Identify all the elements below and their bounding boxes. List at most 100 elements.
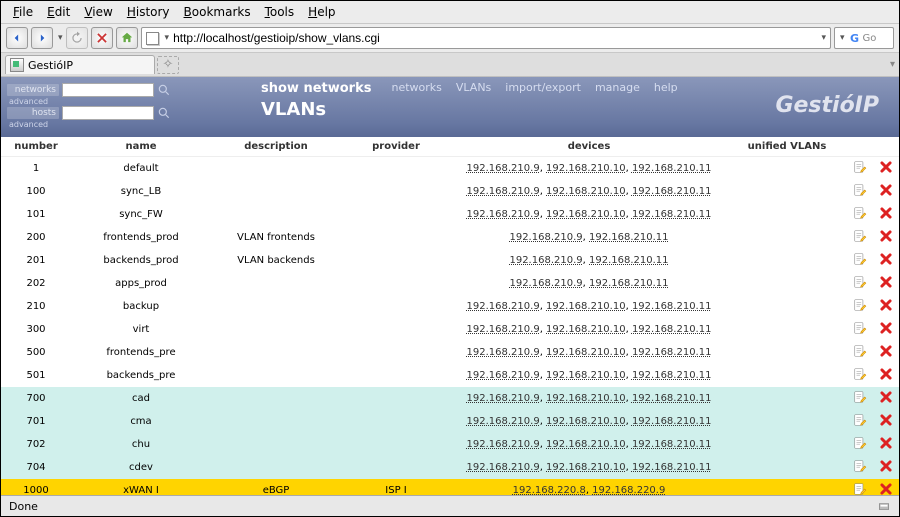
- device-link[interactable]: 192.168.210.11: [632, 301, 712, 312]
- new-tab-button[interactable]: ✧: [157, 56, 179, 74]
- device-link[interactable]: 192.168.210.10: [546, 393, 626, 404]
- delete-icon[interactable]: [873, 203, 899, 226]
- url-history-dropdown-icon[interactable]: ▾: [819, 33, 826, 43]
- device-link[interactable]: 192.168.210.11: [632, 186, 712, 197]
- menu-help[interactable]: Help: [302, 3, 341, 21]
- device-link[interactable]: 192.168.210.11: [632, 393, 712, 404]
- device-link[interactable]: 192.168.210.9: [467, 439, 540, 450]
- device-link[interactable]: 192.168.210.9: [467, 416, 540, 427]
- device-link[interactable]: 192.168.210.10: [546, 462, 626, 473]
- device-link[interactable]: 192.168.210.11: [589, 278, 669, 289]
- edit-icon[interactable]: [847, 203, 873, 226]
- menu-bookmarks[interactable]: Bookmarks: [178, 3, 257, 21]
- delete-icon[interactable]: [873, 226, 899, 249]
- device-link[interactable]: 192.168.210.9: [467, 324, 540, 335]
- delete-icon[interactable]: [873, 249, 899, 272]
- menu-history[interactable]: History: [121, 3, 176, 21]
- device-link[interactable]: 192.168.220.9: [592, 485, 665, 495]
- reload-button[interactable]: [66, 27, 88, 49]
- device-link[interactable]: 192.168.210.9: [467, 209, 540, 220]
- advanced-link[interactable]: advanced: [7, 120, 171, 129]
- edit-icon[interactable]: [847, 249, 873, 272]
- device-link[interactable]: 192.168.210.10: [546, 186, 626, 197]
- stop-button[interactable]: [91, 27, 113, 49]
- nav-help[interactable]: help: [654, 81, 678, 94]
- nav-vlans[interactable]: VLANs: [456, 81, 491, 94]
- delete-icon[interactable]: [873, 410, 899, 433]
- device-link[interactable]: 192.168.210.9: [467, 186, 540, 197]
- device-link[interactable]: 192.168.210.9: [467, 462, 540, 473]
- device-link[interactable]: 192.168.210.10: [546, 209, 626, 220]
- device-link[interactable]: 192.168.210.11: [632, 324, 712, 335]
- device-link[interactable]: 192.168.210.11: [632, 370, 712, 381]
- quicksearch-networks-input[interactable]: [62, 83, 154, 97]
- tabbar-dropdown-icon[interactable]: ▾: [890, 59, 895, 70]
- device-link[interactable]: 192.168.210.10: [546, 324, 626, 335]
- edit-icon[interactable]: [847, 295, 873, 318]
- nav-manage[interactable]: manage: [595, 81, 640, 94]
- nav-importexport[interactable]: import/export: [505, 81, 581, 94]
- search-icon[interactable]: [157, 106, 171, 120]
- device-link[interactable]: 192.168.210.10: [546, 439, 626, 450]
- device-link[interactable]: 192.168.210.10: [546, 416, 626, 427]
- device-link[interactable]: 192.168.210.11: [589, 255, 669, 266]
- device-link[interactable]: 192.168.210.11: [632, 209, 712, 220]
- delete-icon[interactable]: [873, 456, 899, 479]
- menu-edit[interactable]: Edit: [41, 3, 76, 21]
- edit-icon[interactable]: [847, 180, 873, 203]
- delete-icon[interactable]: [873, 157, 899, 181]
- menu-file[interactable]: File: [7, 3, 39, 21]
- edit-icon[interactable]: [847, 364, 873, 387]
- menu-tools[interactable]: Tools: [259, 3, 301, 21]
- edit-icon[interactable]: [847, 456, 873, 479]
- quicksearch-hosts-input[interactable]: [62, 106, 154, 120]
- delete-icon[interactable]: [873, 433, 899, 456]
- device-link[interactable]: 192.168.210.9: [467, 301, 540, 312]
- device-link[interactable]: 192.168.210.11: [632, 439, 712, 450]
- edit-icon[interactable]: [847, 157, 873, 181]
- device-link[interactable]: 192.168.220.8: [513, 485, 586, 495]
- back-button[interactable]: [6, 27, 28, 49]
- device-link[interactable]: 192.168.210.11: [632, 163, 712, 174]
- device-link[interactable]: 192.168.210.11: [589, 232, 669, 243]
- edit-icon[interactable]: [847, 226, 873, 249]
- url-bar[interactable]: ▾ ▾: [141, 27, 831, 49]
- url-input[interactable]: [173, 31, 815, 45]
- search-icon[interactable]: [157, 83, 171, 97]
- delete-icon[interactable]: [873, 318, 899, 341]
- search-dropdown-icon[interactable]: ▾: [838, 33, 845, 43]
- device-link[interactable]: 192.168.210.9: [509, 255, 582, 266]
- edit-icon[interactable]: [847, 318, 873, 341]
- device-link[interactable]: 192.168.210.9: [467, 370, 540, 381]
- device-link[interactable]: 192.168.210.11: [632, 347, 712, 358]
- delete-icon[interactable]: [873, 180, 899, 203]
- device-link[interactable]: 192.168.210.10: [546, 301, 626, 312]
- device-link[interactable]: 192.168.210.11: [632, 416, 712, 427]
- delete-icon[interactable]: [873, 272, 899, 295]
- edit-icon[interactable]: [847, 387, 873, 410]
- device-link[interactable]: 192.168.210.11: [632, 462, 712, 473]
- edit-icon[interactable]: [847, 479, 873, 495]
- delete-icon[interactable]: [873, 364, 899, 387]
- device-link[interactable]: 192.168.210.9: [467, 163, 540, 174]
- forward-button[interactable]: [31, 27, 53, 49]
- device-link[interactable]: 192.168.210.9: [467, 347, 540, 358]
- device-link[interactable]: 192.168.210.9: [467, 393, 540, 404]
- nav-networks[interactable]: networks: [391, 81, 441, 94]
- edit-icon[interactable]: [847, 433, 873, 456]
- history-dropdown-icon[interactable]: ▾: [56, 33, 63, 43]
- search-box[interactable]: ▾ G Go: [834, 27, 894, 49]
- device-link[interactable]: 192.168.210.9: [509, 232, 582, 243]
- url-dropdown-icon[interactable]: ▾: [163, 33, 170, 43]
- advanced-link[interactable]: advanced: [7, 97, 171, 106]
- device-link[interactable]: 192.168.210.10: [546, 163, 626, 174]
- device-link[interactable]: 192.168.210.10: [546, 347, 626, 358]
- edit-icon[interactable]: [847, 410, 873, 433]
- delete-icon[interactable]: [873, 295, 899, 318]
- device-link[interactable]: 192.168.210.9: [509, 278, 582, 289]
- delete-icon[interactable]: [873, 387, 899, 410]
- edit-icon[interactable]: [847, 272, 873, 295]
- tab-gestioip[interactable]: GestióIP: [5, 55, 155, 74]
- delete-icon[interactable]: [873, 341, 899, 364]
- device-link[interactable]: 192.168.210.10: [546, 370, 626, 381]
